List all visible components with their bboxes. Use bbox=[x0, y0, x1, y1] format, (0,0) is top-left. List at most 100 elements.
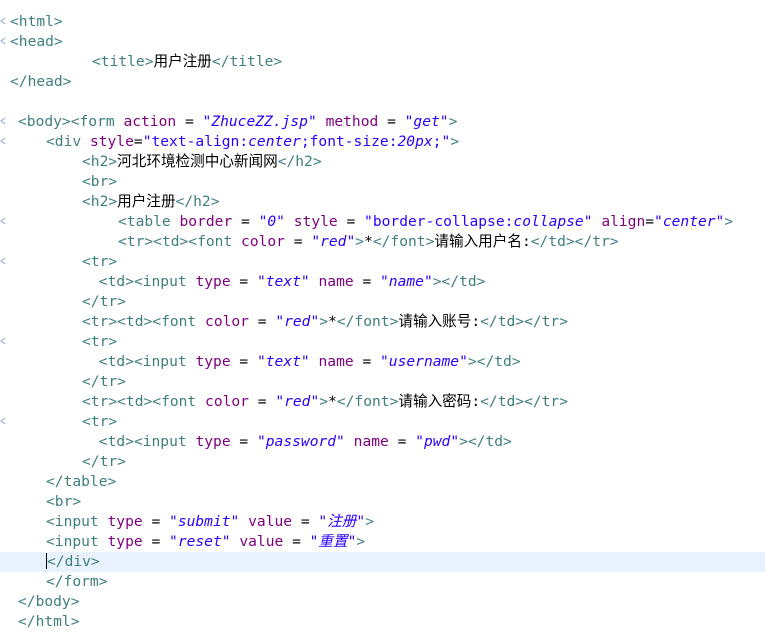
code-line[interactable]: <table border = "0" style = "border-coll… bbox=[0, 212, 765, 232]
code-token-tag: </font> bbox=[336, 393, 399, 410]
code-token-valp: ;" bbox=[432, 133, 451, 150]
code-token-text: * bbox=[328, 313, 337, 330]
fold-toggle-icon[interactable] bbox=[0, 117, 6, 125]
code-token-tag: </body> bbox=[18, 593, 80, 610]
code-token-val: "red" bbox=[311, 233, 356, 250]
code-token-tag: <div bbox=[46, 133, 82, 150]
code-token-text: * bbox=[364, 233, 373, 250]
code-line[interactable]: </form> bbox=[0, 572, 765, 592]
code-token-text: = bbox=[230, 273, 257, 290]
code-token-tag: > bbox=[448, 113, 458, 130]
code-line[interactable]: <td><input type = "password" name = "pwd… bbox=[0, 432, 765, 452]
code-line[interactable]: <tr> bbox=[0, 252, 765, 272]
code-token-tag: <tr><td><font bbox=[82, 313, 197, 330]
code-token-val: 20px bbox=[397, 133, 433, 150]
code-token-tag: > bbox=[319, 393, 329, 410]
fold-toggle-icon[interactable] bbox=[0, 417, 6, 425]
code-line[interactable]: <td><input type = "text" name = "name"><… bbox=[0, 272, 765, 292]
code-token-text: = bbox=[645, 213, 655, 230]
code-line[interactable]: </tr> bbox=[0, 372, 765, 392]
code-token-text: 用户注册 bbox=[153, 53, 212, 70]
code-token-tag: <head> bbox=[10, 33, 63, 50]
code-line[interactable]: <head> bbox=[0, 32, 765, 52]
code-token-attr: name bbox=[318, 353, 354, 370]
code-line[interactable]: <div style="text-align:center;font-size:… bbox=[0, 132, 765, 152]
fold-toggle-icon[interactable] bbox=[0, 37, 6, 45]
code-token-valp: ;font-size: bbox=[300, 133, 398, 150]
code-token-text: 请输入用户名: bbox=[434, 233, 531, 250]
code-text: <html> bbox=[10, 12, 63, 32]
code-line[interactable]: </div> bbox=[0, 552, 765, 572]
code-line[interactable]: <input type = "submit" value = "注册"> bbox=[0, 512, 765, 532]
code-token-attr: border bbox=[179, 213, 233, 230]
code-line[interactable]: </table> bbox=[0, 472, 765, 492]
code-token-tag: <tr><td><font bbox=[118, 233, 233, 250]
code-line[interactable]: </body> bbox=[0, 592, 765, 612]
code-token-tag: <input bbox=[46, 513, 99, 530]
code-token-tag: <td><input bbox=[98, 273, 187, 290]
code-token-attr: align bbox=[601, 213, 646, 230]
code-token-attr: name bbox=[318, 273, 354, 290]
code-text: <td><input type = "text" name = "name"><… bbox=[90, 272, 486, 292]
code-token-attr: method bbox=[325, 113, 379, 130]
fold-toggle-icon[interactable] bbox=[0, 337, 6, 345]
code-token-text: = bbox=[388, 433, 416, 450]
code-text: </form> bbox=[46, 572, 108, 592]
code-token-tag: </tr> bbox=[82, 453, 126, 470]
code-token-text: = bbox=[378, 113, 405, 130]
fold-toggle-icon[interactable] bbox=[0, 217, 6, 225]
code-token-val: "text" bbox=[256, 353, 310, 370]
code-token-tag: <form bbox=[70, 113, 115, 130]
code-line[interactable]: <html> bbox=[0, 12, 765, 32]
code-token-tag: </tr> bbox=[82, 373, 126, 390]
code-text: </tr> bbox=[82, 292, 126, 312]
fold-toggle-icon[interactable] bbox=[0, 17, 6, 25]
code-line[interactable]: <body><form action = "ZhuceZZ.jsp" metho… bbox=[0, 112, 765, 132]
code-line[interactable]: <tr><td><font color = "red">*</font>请输入用… bbox=[0, 232, 765, 252]
code-editor[interactable]: <html> <head> <title>用户注册</title> </head> <b… bbox=[0, 0, 765, 635]
code-token-tag: </font> bbox=[336, 313, 399, 330]
code-line[interactable]: </html> bbox=[0, 612, 765, 632]
code-text: <tr> bbox=[82, 412, 117, 432]
code-token-text: = bbox=[283, 533, 310, 550]
code-line[interactable]: <tr> bbox=[0, 412, 765, 432]
code-token-attr: color bbox=[241, 233, 285, 250]
code-line[interactable]: <h2>河北环境检测中心新闻网</h2> bbox=[0, 152, 765, 172]
code-line[interactable]: <input type = "reset" value = "重置"> bbox=[0, 532, 765, 552]
code-token-tag: <h2> bbox=[82, 193, 118, 210]
code-line[interactable]: </head> bbox=[0, 72, 765, 92]
code-token-val: "password" bbox=[256, 433, 345, 450]
code-line[interactable]: <tr><td><font color = "red">*</font>请输入密… bbox=[0, 392, 765, 412]
code-token-valp: " bbox=[583, 213, 593, 230]
code-line[interactable]: <title>用户注册</title> bbox=[0, 52, 765, 72]
code-token-tag: > bbox=[319, 313, 329, 330]
code-line[interactable] bbox=[0, 92, 765, 112]
code-token-text: 请输入账号: bbox=[398, 313, 481, 330]
code-line[interactable]: </tr> bbox=[0, 292, 765, 312]
code-line[interactable]: <br> bbox=[0, 492, 765, 512]
code-token-val: collapse bbox=[513, 213, 584, 230]
code-token-attr: color bbox=[205, 393, 249, 410]
code-token-val: "reset" bbox=[169, 533, 231, 550]
code-line[interactable]: </tr> bbox=[0, 452, 765, 472]
code-line[interactable]: <td><input type = "text" name = "usernam… bbox=[0, 352, 765, 372]
code-line[interactable]: <h2>用户注册</h2> bbox=[0, 192, 765, 212]
code-token-tag: </font> bbox=[372, 233, 435, 250]
code-token-tag: <title> bbox=[92, 53, 154, 70]
code-token-valp: "text-align: bbox=[142, 133, 249, 150]
code-token-tag: <tr> bbox=[82, 333, 118, 350]
code-token-attr: action bbox=[123, 113, 177, 130]
code-line[interactable]: <tr> bbox=[0, 332, 765, 352]
code-line[interactable]: <br> bbox=[0, 172, 765, 192]
code-token-tag: </form> bbox=[46, 573, 108, 590]
code-line[interactable]: <tr><td><font color = "red">*</font>请输入账… bbox=[0, 312, 765, 332]
fold-toggle-icon[interactable] bbox=[0, 137, 6, 145]
code-token-val: "red" bbox=[275, 393, 320, 410]
fold-toggle-icon[interactable] bbox=[0, 257, 6, 265]
code-text: <tr><td><font color = "red">*</font>请输入用… bbox=[118, 232, 619, 252]
code-token-val: "name" bbox=[380, 273, 433, 290]
